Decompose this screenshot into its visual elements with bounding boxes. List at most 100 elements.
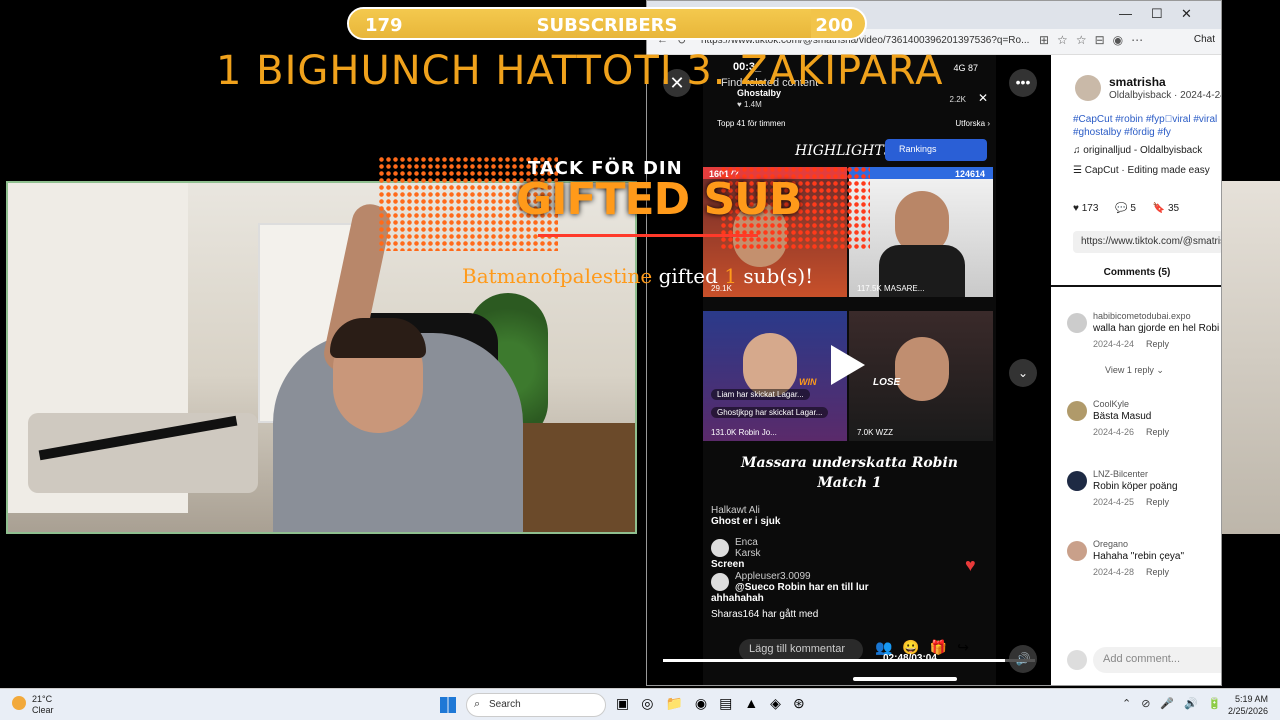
live-comment: Enca Karsk Screen <box>711 537 762 570</box>
win-label: WIN <box>799 377 817 387</box>
video-progress-bar[interactable] <box>663 659 1035 662</box>
clock-time: 5:19 AM <box>1234 694 1268 704</box>
reply-button[interactable]: Reply <box>1146 427 1169 437</box>
comment-text: Hahaha "rebin çeya" <box>1093 551 1185 562</box>
tile-2-count: 117.5K MASARE... <box>857 284 925 293</box>
view-replies-button[interactable]: View 1 reply ⌄ <box>1105 365 1164 376</box>
video-details-panel: smatrisha Oldalbyisback · 2024-4-24 #Cap… <box>1051 55 1222 685</box>
live-comment-text: Screen <box>711 559 745 570</box>
battle-score-right: 124614 <box>954 169 985 179</box>
comment-author[interactable]: CoolKyle <box>1093 399 1129 409</box>
comment-date: 2024-4-26 <box>1093 427 1135 437</box>
bookmark-icon[interactable]: 🔖 <box>1153 203 1168 214</box>
avatar <box>711 573 729 591</box>
system-tray-icons[interactable]: ⌃⊘🎤🔊🔋 <box>1122 697 1232 710</box>
comment-date: 2024-4-24 <box>1093 339 1135 349</box>
copilot-chat-button[interactable]: Chat <box>1194 34 1215 45</box>
reply-button[interactable]: Reply <box>1146 339 1169 349</box>
browser-window: — ☐ ✕ ← ↻ https://www.tiktok.com/@smatri… <box>646 0 1222 686</box>
gifted-sub-alert: TACK FÖR DIN GIFTED SUB Batmanofpalestin… <box>378 156 870 288</box>
play-icon[interactable] <box>831 345 865 385</box>
gift-verb: gifted <box>658 264 718 288</box>
avatar[interactable] <box>1067 541 1087 561</box>
explore-label: Utforska › <box>955 119 990 128</box>
hashtags[interactable]: #CapCut #robin #fyp゙viral #viral #ghosta… <box>1073 113 1221 139</box>
comment-text: Robin köper poäng <box>1093 481 1178 492</box>
weather-icon[interactable] <box>12 696 26 710</box>
live-close-icon: ✕ <box>977 91 988 105</box>
gift-message-1: Liam har skickat Lagar... <box>711 389 810 400</box>
video-player[interactable]: 00:3_ 4G 87 Find related content Ghostal… <box>647 55 1051 685</box>
live-comment-text: @Sueco Robin har en till lur ahhahahah <box>711 582 869 604</box>
minimize-button[interactable]: — <box>1119 6 1132 21</box>
chevron-down-icon[interactable]: ⌄ <box>1009 359 1037 387</box>
battle-tile-2: 124614 117.5K MASARE... <box>849 167 993 297</box>
toolbar-icons[interactable]: ⊞☆☆⊟◉⋯ <box>1039 33 1151 47</box>
comment-count: 5 <box>1130 203 1136 214</box>
avatar <box>1067 650 1087 670</box>
weather-widget[interactable]: 21°C Clear <box>32 694 54 716</box>
clock-date: 2/25/2026 <box>1227 706 1268 716</box>
live-viewers: 2.2K <box>949 95 966 104</box>
top-hour-label: Topp 41 för timmen <box>717 119 786 128</box>
gifter-name: Batmanofpalestine <box>462 264 653 288</box>
rankings-label: Rankings <box>885 139 987 161</box>
avatar[interactable] <box>1067 313 1087 333</box>
video-link-field[interactable]: https://www.tiktok.com/@smatris <box>1073 231 1221 253</box>
video-progress-fill <box>663 659 1006 662</box>
comment-author[interactable]: habibicometodubai.expo <box>1093 311 1191 321</box>
live-host-likes: ♥ 1.4M <box>737 100 762 109</box>
comment-date: 2024-4-25 <box>1093 497 1135 507</box>
author-name[interactable]: smatrisha <box>1109 75 1166 89</box>
video-frame: 00:3_ 4G 87 Find related content Ghostal… <box>703 55 996 685</box>
phone-status: 4G 87 <box>953 63 978 73</box>
avatar[interactable] <box>1067 401 1087 421</box>
comment-author[interactable]: LNZ-Bilcenter <box>1093 469 1148 479</box>
gift-title: GIFTED SUB <box>516 174 802 225</box>
heart-icon: ♥ <box>965 555 976 575</box>
taskbar-search[interactable]: ⌕ Search <box>466 693 606 717</box>
windows-start-icon[interactable] <box>440 697 456 713</box>
live-comment-user: Halkawt Ali <box>711 505 760 516</box>
battle-tile-4: 7.0K WZZ <box>849 311 993 441</box>
tab-comments[interactable]: Comments (5) <box>1051 267 1221 284</box>
capcut-link[interactable]: ☰ CapCut · Editing made easy <box>1073 165 1210 176</box>
gift-detail: Batmanofpalestine gifted 1 sub(s)! <box>462 264 813 288</box>
taskbar-app-icons[interactable]: ▣◎📁◉▤▲◈⊛ <box>616 695 817 712</box>
add-comment-input[interactable]: Add comment... <box>1093 647 1221 673</box>
home-indicator <box>853 677 957 681</box>
tile-3-count: 131.0K Robin Jo... <box>711 428 777 437</box>
webcam-background-right <box>1222 181 1280 534</box>
weather-temp: 21°C <box>32 694 53 704</box>
close-window-button[interactable]: ✕ <box>1181 6 1192 22</box>
reply-button[interactable]: Reply <box>1146 497 1169 507</box>
subscriber-goal: 200 <box>815 15 853 36</box>
gift-message-2: Ghostjkpg har skickat Lagar... <box>711 407 829 418</box>
search-icon: ⌕ <box>474 698 481 710</box>
add-comment-row: Add comment... <box>1067 647 1221 673</box>
reply-button[interactable]: Reply <box>1146 567 1169 577</box>
weather-condition: Clear <box>32 705 54 715</box>
subscriber-goal-bar: 179 SUBSCRIBERS 200 <box>347 7 867 40</box>
avatar[interactable] <box>1075 75 1101 101</box>
author-subline: Oldalbyisback · 2024-4-24 <box>1109 90 1222 101</box>
comment-icon[interactable]: 💬 <box>1115 203 1130 214</box>
comment-text: Bästa Masud <box>1093 411 1152 422</box>
stream-headline: 1 BIGHUNCH HATTOTI 3. ZAKIPARA <box>216 48 944 94</box>
save-count: 35 <box>1168 203 1180 214</box>
live-comment: Appleuser3.0099 @Sueco Robin har en till… <box>711 571 900 604</box>
avatar[interactable] <box>1067 471 1087 491</box>
live-comment-input: Lägg till kommentar <box>739 639 863 661</box>
live-comment-text: Ghost er i sjuk <box>711 516 781 527</box>
like-icon[interactable]: ♥ <box>1073 203 1082 214</box>
maximize-button[interactable]: ☐ <box>1151 6 1163 22</box>
live-comment-user: Appleuser3.0099 <box>735 571 811 582</box>
system-clock[interactable]: 5:19 AM 2/25/2026 <box>1224 693 1268 717</box>
taskbar-search-label: Search <box>489 699 521 710</box>
avatar <box>711 539 729 557</box>
comment-author[interactable]: Oregano <box>1093 539 1128 549</box>
more-options-icon[interactable]: ••• <box>1009 69 1037 97</box>
video-time: 02:48/03:04 <box>883 653 937 664</box>
sound-link[interactable]: ♫ originalljud - Oldalbyisback <box>1073 145 1202 156</box>
comment-date: 2024-4-28 <box>1093 567 1135 577</box>
